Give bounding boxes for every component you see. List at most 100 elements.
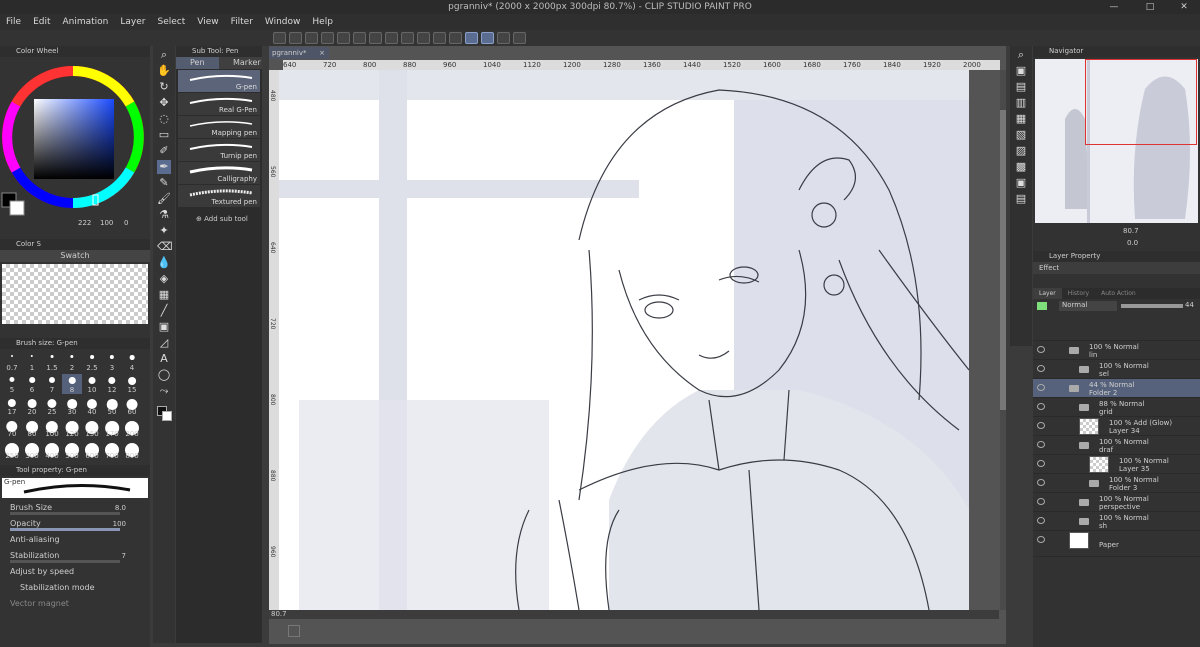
navigator-zoom-row[interactable]: 80.7 — [1033, 225, 1200, 237]
undo-icon[interactable] — [321, 32, 334, 44]
brush-turnip-pen[interactable]: Turnip pen — [178, 139, 260, 161]
eye-icon[interactable] — [1037, 460, 1045, 467]
eye-icon[interactable] — [1037, 441, 1045, 448]
layer-row[interactable]: 100 % Normal sh — [1033, 512, 1200, 531]
ruler-icon[interactable]: ◿ — [157, 336, 171, 350]
deselect-icon[interactable] — [401, 32, 414, 44]
layer-row[interactable]: 100 % Normal draf — [1033, 436, 1200, 455]
brush-size-option[interactable]: 170 — [102, 418, 122, 438]
anti-aliasing-row[interactable]: Anti-aliasing — [0, 532, 150, 548]
menu-file[interactable]: File — [6, 17, 21, 27]
brush-size-option[interactable]: 20 — [22, 396, 42, 416]
new-icon[interactable] — [273, 32, 286, 44]
eye-icon[interactable] — [1037, 384, 1045, 391]
navigator-viewport[interactable] — [1085, 59, 1197, 145]
marquee-icon[interactable]: ▭ — [157, 128, 171, 142]
tab-marker[interactable]: Marker — [219, 57, 262, 69]
zoom-icon[interactable]: ⌕ — [157, 48, 171, 62]
clear-icon[interactable] — [353, 32, 366, 44]
brush-calligraphy[interactable]: Calligraphy — [178, 162, 260, 184]
document-tab[interactable]: pgranniv* × — [269, 47, 329, 59]
layer-row[interactable]: 100 % Normal sel — [1033, 360, 1200, 379]
eyedropper-icon[interactable]: ✐ — [157, 144, 171, 158]
brush-size-option[interactable]: 2.5 — [82, 352, 102, 372]
frame-icon[interactable]: ▣ — [157, 320, 171, 334]
panel-icon-5[interactable]: ▧ — [1014, 128, 1028, 142]
drawing-canvas[interactable] — [279, 70, 969, 610]
blend-icon[interactable]: 💧 — [157, 256, 171, 270]
brush-size-option[interactable]: 0.7 — [2, 352, 22, 372]
brush-size-option[interactable]: 300 — [22, 440, 42, 460]
blend-mode-select[interactable]: Normal — [1059, 301, 1117, 311]
panel-icon-1[interactable]: ▣ — [1014, 64, 1028, 78]
menu-layer[interactable]: Layer — [120, 17, 145, 27]
stabilization-row[interactable]: Stabilization 7 — [0, 548, 150, 564]
panel-icon-7[interactable]: ▩ — [1014, 160, 1028, 174]
brush-size-option[interactable]: 120 — [62, 418, 82, 438]
layer-row[interactable]: 100 % Add (Glow) Layer 34 — [1033, 417, 1200, 436]
vertical-scrollbar[interactable] — [1000, 70, 1006, 610]
help-icon[interactable] — [513, 32, 526, 44]
color-indicator[interactable] — [157, 406, 172, 421]
brush-size-option[interactable]: 3 — [102, 352, 122, 372]
add-sub-tool-button[interactable]: ⊕ Add sub tool — [196, 215, 262, 223]
text-icon[interactable]: A — [157, 352, 171, 366]
opacity-slider[interactable] — [1121, 304, 1183, 308]
brush-gpen[interactable]: G-pen — [178, 70, 260, 92]
panel-icon-6[interactable]: ▨ — [1014, 144, 1028, 158]
brush-textured-pen[interactable]: Textured pen — [178, 185, 260, 207]
brush-size-option[interactable]: 1 — [22, 352, 42, 372]
panel-icon-2[interactable]: ▤ — [1014, 80, 1028, 94]
correct-line-icon[interactable]: ⤳ — [157, 384, 171, 398]
menu-window[interactable]: Window — [265, 17, 301, 27]
brush-size-option[interactable]: 250 — [2, 440, 22, 460]
menu-view[interactable]: View — [197, 17, 218, 27]
close-button[interactable]: ✕ — [1166, 0, 1200, 14]
brush-size-option[interactable]: 8 — [62, 374, 82, 394]
save-icon[interactable] — [305, 32, 318, 44]
balloon-icon[interactable]: ◯ — [157, 368, 171, 382]
fill-tool-icon[interactable]: ◈ — [157, 272, 171, 286]
menu-filter[interactable]: Filter — [231, 17, 253, 27]
menu-help[interactable]: Help — [312, 17, 333, 27]
adjust-speed-row[interactable]: Adjust by speed — [0, 564, 150, 580]
open-icon[interactable] — [289, 32, 302, 44]
navigator-angle-row[interactable]: 0.0 — [1033, 237, 1200, 249]
invert-selection-icon[interactable] — [433, 32, 446, 44]
layer-row[interactable]: Paper — [1033, 531, 1200, 557]
brush-size-option[interactable]: 800 — [122, 440, 142, 460]
redo-icon[interactable] — [337, 32, 350, 44]
stab-mode-row[interactable]: Stabilization mode — [0, 580, 150, 596]
panel-icon-3[interactable]: ▥ — [1014, 96, 1028, 110]
effect-row[interactable]: Effect — [1033, 262, 1200, 274]
brush-size-option[interactable]: 2 — [62, 352, 82, 372]
brush-size-option[interactable]: 40 — [82, 396, 102, 416]
decoration-icon[interactable]: ✦ — [157, 224, 171, 238]
brush-size-option[interactable]: 6 — [22, 374, 42, 394]
brush-size-option[interactable]: 150 — [82, 418, 102, 438]
menu-select[interactable]: Select — [157, 17, 185, 27]
tab-history[interactable]: History — [1062, 288, 1095, 299]
swatch-grid[interactable] — [2, 264, 148, 324]
minimize-button[interactable]: — — [1096, 0, 1132, 14]
layer-row[interactable]: 100 % Normal lin — [1033, 341, 1200, 360]
fill-icon[interactable] — [369, 32, 382, 44]
brush-size-option[interactable]: 10 — [82, 374, 102, 394]
brush-real-gpen[interactable]: Real G-Pen — [178, 93, 260, 115]
brush-mapping-pen[interactable]: Mapping pen — [178, 116, 260, 138]
eye-icon[interactable] — [1037, 517, 1045, 524]
eye-icon[interactable] — [1037, 365, 1045, 372]
panel-icon-9[interactable]: ▤ — [1014, 192, 1028, 206]
maximize-button[interactable]: □ — [1132, 0, 1168, 14]
layer-row[interactable]: 88 % Normal grid — [1033, 398, 1200, 417]
eye-icon[interactable] — [1037, 346, 1045, 353]
vector-magnet-row[interactable]: Vector magnet — [0, 596, 150, 612]
pen-icon[interactable]: ✒ — [157, 160, 171, 174]
show-selection-icon[interactable] — [449, 32, 462, 44]
brush-size-option[interactable]: 80 — [22, 418, 42, 438]
color-wheel[interactable] — [0, 57, 150, 217]
brush-size-option[interactable]: 60 — [122, 396, 142, 416]
hand-icon[interactable]: ✋ — [157, 64, 171, 78]
brush-size-option[interactable]: 4 — [122, 352, 142, 372]
rotate-icon[interactable]: ↻ — [157, 80, 171, 94]
